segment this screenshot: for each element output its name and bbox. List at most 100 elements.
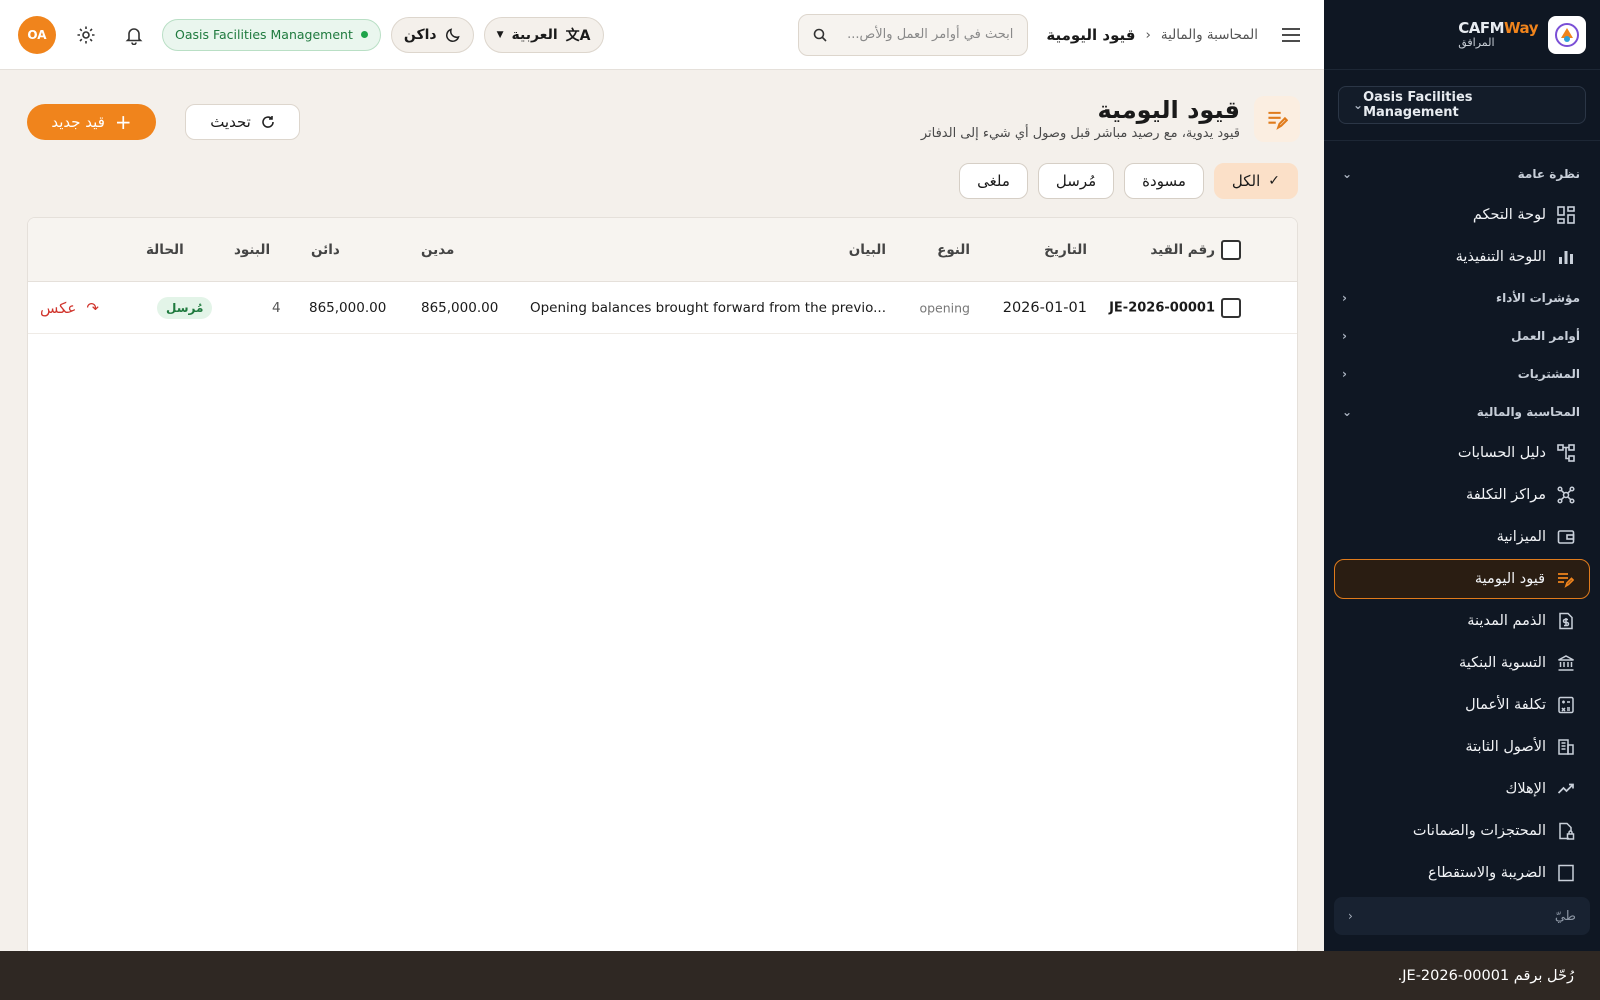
theme-toggle[interactable]: داكن [390, 16, 474, 53]
sidebar-item-label: الميزانية [1496, 529, 1546, 545]
reverse-button[interactable]: ↷ عكس [40, 299, 99, 317]
row-checkbox[interactable] [1221, 297, 1241, 318]
section-label: مؤشرات الأداء [1495, 291, 1580, 305]
page-subtitle: قيود يدوية، مع رصيد مباشر قبل وصول أي شي… [920, 125, 1240, 141]
org-selector[interactable]: Oasis Facilities Management ⌄ [1338, 86, 1586, 124]
sidebar-item-journal-entries[interactable]: قيود اليومية [1334, 559, 1590, 599]
sidebar-item-depreciation[interactable]: الإهلاك [1334, 769, 1590, 809]
hub-icon [1556, 485, 1576, 505]
filter-all[interactable]: ✓ الكل [1213, 163, 1298, 199]
sidebar-item-tax[interactable]: الضريبة والاستقطاع [1334, 853, 1590, 893]
sidebar-item-cost-centers[interactable]: مراكز التكلفة [1334, 475, 1590, 515]
chevron-left-icon: ‹ [1145, 26, 1151, 43]
dashboard-icon [1556, 205, 1576, 225]
new-entry-label: قيد جديد [51, 113, 105, 131]
settings-button[interactable] [68, 17, 104, 53]
caret-down-icon: ▼ [496, 29, 504, 40]
sidebar-item-label: التسوية البنكية [1458, 655, 1546, 671]
bell-icon [125, 27, 143, 45]
sidebar: CAFMWay المرافق Oasis Facilities Managem… [1324, 0, 1600, 951]
collapse-label: طيّ [1554, 908, 1576, 924]
sidebar-item-job-cost[interactable]: تكلفة الأعمال [1334, 685, 1590, 725]
sidebar-item-budget[interactable]: الميزانية [1334, 517, 1590, 557]
section-kpis[interactable]: مؤشرات الأداء ‹ [1324, 279, 1600, 317]
sidebar-nav: نظرة عامة ⌄ لوحة التحكم اللوحة التنفيذية … [1324, 141, 1600, 893]
col-type[interactable]: النوع [937, 242, 970, 258]
org-status-pill[interactable]: Oasis Facilities Management [162, 18, 381, 51]
section-overview[interactable]: نظرة عامة ⌄ [1324, 155, 1600, 193]
moon-icon [445, 27, 460, 42]
chevron-left-icon: ‹ [1342, 367, 1347, 381]
col-date[interactable]: التاريخ [1044, 242, 1087, 258]
sidebar-item-retentions[interactable]: المحتجزات والضمانات [1334, 811, 1590, 851]
search-input[interactable]: ابحث في أوامر العمل والأص... [798, 13, 1029, 56]
sidebar-item-receivables[interactable]: الذمم المدينة [1334, 601, 1590, 641]
avatar[interactable]: OA [18, 15, 56, 54]
chevron-left-icon: ‹ [1342, 329, 1347, 343]
brand-text: CAFMWay المرافق [1458, 20, 1538, 49]
section-procurement[interactable]: المشتريات ‹ [1324, 355, 1600, 393]
section-finance[interactable]: المحاسبة والمالية ⌄ [1324, 393, 1600, 431]
refresh-label: تحديث [210, 113, 251, 131]
col-status[interactable]: الحالة [146, 242, 184, 258]
col-debit[interactable]: مدين [421, 242, 454, 258]
sidebar-item-label: الضريبة والاستقطاع [1428, 865, 1546, 881]
sidebar-item-label: الذمم المدينة [1467, 613, 1546, 629]
brand-name-b: Way [1504, 19, 1538, 38]
entry-credit: 865,000.00 [309, 299, 387, 316]
entry-type: opening [919, 300, 970, 315]
entry-number[interactable]: JE-2026-00001 [1109, 300, 1215, 315]
sidebar-item-dashboard[interactable]: لوحة التحكم [1334, 195, 1590, 235]
menu-button[interactable] [1276, 20, 1306, 50]
edit-list-icon [1555, 569, 1575, 589]
breadcrumb-parent[interactable]: المحاسبة والمالية [1161, 27, 1258, 43]
chevron-down-icon: ⌄ [1342, 167, 1353, 181]
entry-lines: 4 [272, 299, 281, 316]
org-status-label: Oasis Facilities Management [175, 27, 353, 42]
plus-icon: + [114, 110, 132, 134]
brand-logo[interactable] [1548, 15, 1586, 54]
trend-icon [1556, 779, 1576, 799]
reverse-label: عكس [40, 298, 77, 317]
redo-arrow-icon: ↷ [86, 298, 99, 317]
select-all-checkbox[interactable] [1221, 239, 1241, 260]
brand-name: CAFMWay [1458, 20, 1538, 37]
brand-name-a: CAFM [1458, 19, 1505, 38]
filter-label: مسودة [1142, 172, 1186, 190]
col-description[interactable]: البيان [849, 242, 886, 258]
bar-chart-icon [1556, 247, 1576, 267]
col-entry-no[interactable]: رقم القيد [1150, 242, 1215, 258]
collapse-sidebar-button[interactable]: طيّ ‹ [1334, 897, 1590, 935]
breadcrumb: المحاسبة والمالية ‹ قيود اليومية [1046, 26, 1258, 44]
search-icon [814, 28, 827, 42]
filter-posted[interactable]: مُرسل [1037, 163, 1115, 199]
sidebar-item-bank-reconciliation[interactable]: التسوية البنكية [1334, 643, 1590, 683]
filter-draft[interactable]: مسودة [1124, 163, 1204, 199]
chevron-down-icon: ⌄ [1353, 98, 1364, 112]
col-credit[interactable]: دائن [311, 242, 340, 258]
table-row[interactable]: JE-2026-00001 2026-01-01 opening Opening… [28, 282, 1297, 334]
sidebar-item-label: الأصول الثابتة [1465, 739, 1546, 755]
refresh-button[interactable]: تحديث [185, 104, 300, 140]
notifications-button[interactable] [116, 17, 152, 53]
wallet-icon [1556, 527, 1576, 547]
section-label: نظرة عامة [1517, 167, 1580, 181]
sidebar-item-label: قيود اليومية [1474, 571, 1545, 587]
sidebar-item-fixed-assets[interactable]: الأصول الثابتة [1334, 727, 1590, 767]
filter-label: ملغى [977, 172, 1010, 190]
sidebar-item-executive[interactable]: اللوحة التنفيذية [1334, 237, 1590, 277]
gear-icon [77, 26, 95, 43]
page-title: قيود اليومية [1097, 96, 1240, 125]
theme-label: داكن [403, 26, 437, 43]
sidebar-item-label: تكلفة الأعمال [1465, 697, 1546, 713]
section-work-orders[interactable]: أوامر العمل ‹ [1324, 317, 1600, 355]
sidebar-item-chart-of-accounts[interactable]: دليل الحسابات [1334, 433, 1590, 473]
filter-cancelled[interactable]: ملغى [959, 163, 1028, 199]
sidebar-item-label: المحتجزات والضمانات [1412, 823, 1546, 839]
lock-file-icon [1556, 821, 1576, 841]
org-selector-wrap: Oasis Facilities Management ⌄ [1324, 70, 1600, 141]
col-lines[interactable]: البنود [234, 242, 270, 258]
language-selector[interactable]: 文A العربية ▼ [483, 16, 604, 53]
new-entry-button[interactable]: + قيد جديد [27, 104, 156, 140]
table-header: رقم القيد التاريخ النوع البيان مدين دائن… [28, 218, 1297, 282]
